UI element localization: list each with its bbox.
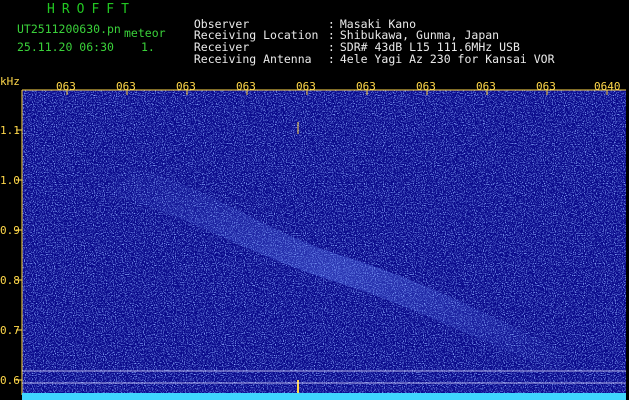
x-tick-label: 063 [476, 80, 496, 93]
x-tick-label: 063 [416, 80, 436, 93]
meteor-label: meteor [124, 26, 166, 40]
x-tick-label: 063 [296, 80, 316, 93]
x-tick-label: 063 [236, 80, 256, 93]
y-tick-marks [16, 129, 22, 381]
x-tick-label: 063 [356, 80, 376, 93]
info-row-antenna: Receiving Antenna:4ele Yagi Az 230 for K… [193, 52, 555, 66]
y-tick-label: 0.8 [0, 274, 20, 287]
waterfall-highlights [22, 90, 626, 395]
capture-datetime: 25.11.20 06:30 [17, 40, 114, 54]
y-tick-label: 0.7 [0, 324, 20, 337]
y-tick-label: 0.9 [0, 224, 20, 237]
x-tick-label: 063 [176, 80, 196, 93]
x-tick-label: 063 [116, 80, 136, 93]
y-axis-unit: kHz [0, 75, 20, 88]
x-tick-label: 063 [56, 80, 76, 93]
x-tick-label: 063 [536, 80, 556, 93]
app-brand: HROFFT [47, 2, 136, 17]
image-filename: UT2511200630.pn [17, 22, 121, 36]
x-tick-label: 0640 [594, 80, 621, 93]
capture-index: 1. [141, 40, 155, 54]
y-tick-label: 1.0 [0, 174, 20, 187]
bottom-baseline [22, 393, 626, 400]
y-tick-label: 0.6 [0, 374, 20, 387]
y-tick-label: 1.1 [0, 124, 20, 137]
